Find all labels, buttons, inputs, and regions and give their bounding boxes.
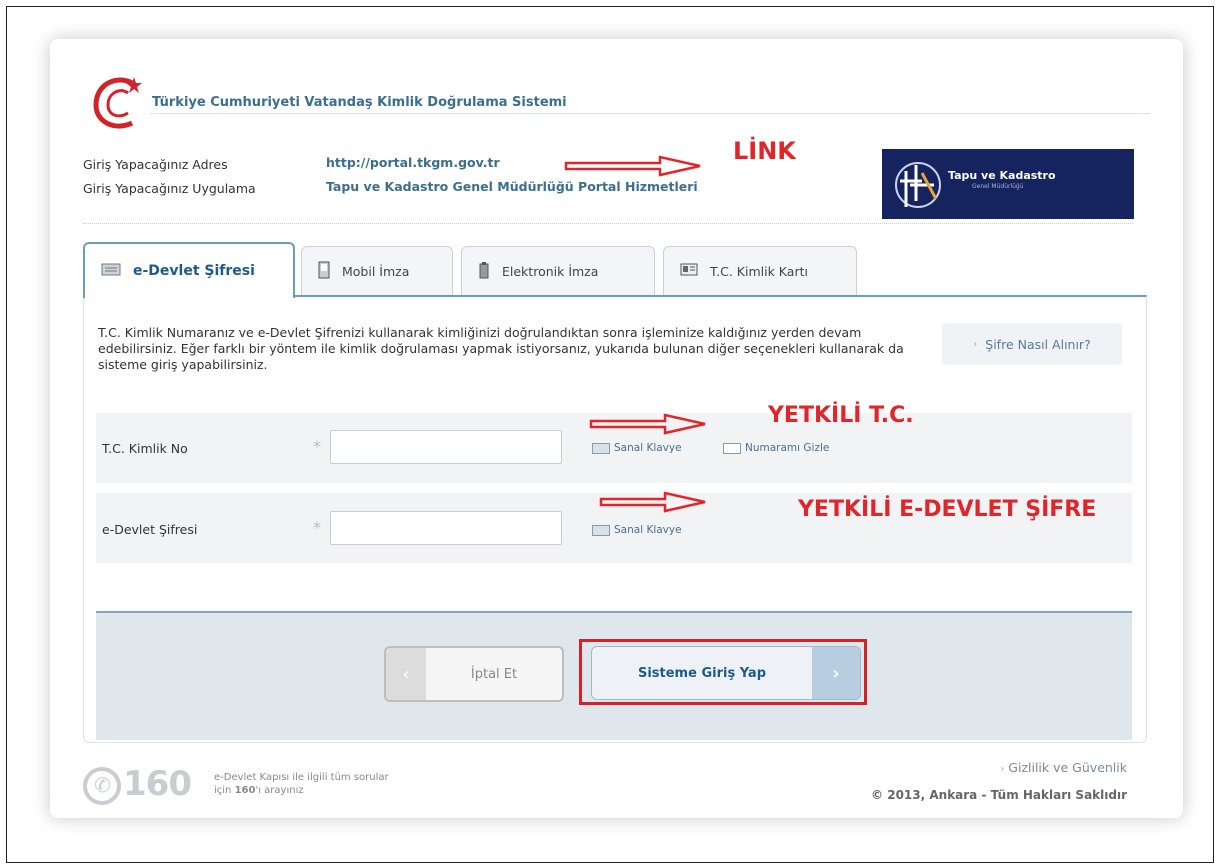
button-bar: ‹ İptal Et Sisteme Giriş Yap › xyxy=(96,611,1132,740)
phone-icon: ✆ xyxy=(83,766,121,805)
address-label: Giriş Yapacağınız Adres xyxy=(83,157,228,172)
hotline-text-pre: için xyxy=(214,785,232,796)
annotation-password: YETKİLİ E-DEVLET ŞİFRE xyxy=(798,497,1097,522)
page-footer: ✆ 160 e-Devlet Kapısı ile ilgili tüm soru… xyxy=(83,754,1133,814)
chevron-right-icon: › xyxy=(1000,764,1005,775)
hotline-text-line1: e-Devlet Kapısı ile ilgili tüm sorular xyxy=(214,772,389,783)
hotline-text-line2: için 160'ı arayınız xyxy=(214,784,389,797)
cancel-label: İptal Et xyxy=(470,666,518,682)
tc-number-label: T.C. Kimlik No xyxy=(102,441,188,456)
mobile-phone-icon xyxy=(318,261,330,282)
virtual-keyboard-label: Sanal Klavye xyxy=(614,442,682,454)
tc-number-input[interactable] xyxy=(330,430,562,464)
annotation-tc: YETKİLİ T.C. xyxy=(768,403,914,428)
login-page: Türkiye Cumhuriyeti Vatandaş Kimlik Doğr… xyxy=(50,39,1183,818)
address-link[interactable]: http://portal.tkgm.gov.tr xyxy=(326,155,500,170)
password-input[interactable] xyxy=(330,511,562,545)
hotline-text: e-Devlet Kapısı ile ilgili tüm sorular i… xyxy=(214,771,389,797)
keyboard-icon xyxy=(592,524,610,536)
tab-mobile-signature[interactable]: Mobil İmza xyxy=(301,246,453,295)
chevron-left-icon: ‹ xyxy=(386,648,426,700)
annotation-link: LİNK xyxy=(733,137,796,165)
screenshot-frame: Türkiye Cumhuriyeti Vatandaş Kimlik Doğr… xyxy=(6,6,1214,863)
tkgm-banner: Tapu ve Kadastro Genel Müdürlüğü xyxy=(882,149,1134,219)
privacy-link[interactable]: › Gizlilik ve Güvenlik xyxy=(1000,760,1127,775)
cancel-button[interactable]: ‹ İptal Et xyxy=(384,646,564,702)
tkgm-logo-icon xyxy=(895,162,941,208)
virtual-keyboard-link[interactable]: Sanal Klavye xyxy=(592,442,682,454)
banner-title: Tapu ve Kadastro xyxy=(948,169,1056,182)
password-label: e-Devlet Şifresi xyxy=(102,522,198,537)
annotation-arrow-icon xyxy=(589,413,706,435)
tab-label: e-Devlet Şifresi xyxy=(133,263,255,279)
privacy-link-label: Gizlilik ve Güvenlik xyxy=(1008,760,1127,775)
login-highlight-box xyxy=(579,639,867,705)
hide-number-label: Numaramı Gizle xyxy=(745,442,830,454)
hide-number-toggle[interactable]: Numaramı Gizle xyxy=(723,442,829,454)
usb-token-icon xyxy=(478,261,490,282)
hotline-number: 160 xyxy=(123,764,192,804)
keyboard-icon xyxy=(101,262,121,280)
tab-label: Mobil İmza xyxy=(342,263,410,279)
hotline-text-post: 'ı arayınız xyxy=(255,785,304,796)
banner-subtitle: Genel Müdürlüğü xyxy=(972,183,1024,190)
id-card-icon xyxy=(680,263,698,279)
hotline-text-number: 160 xyxy=(234,785,256,796)
description-text: T.C. Kimlik Numaranız ve e-Devlet Şifren… xyxy=(98,325,904,372)
hotline-160: ✆ 160 xyxy=(83,764,192,805)
header-divider xyxy=(150,113,1150,114)
virtual-keyboard-label: Sanal Klavye xyxy=(614,524,682,536)
annotation-arrow-icon xyxy=(599,491,706,513)
page-title: Türkiye Cumhuriyeti Vatandaş Kimlik Doğr… xyxy=(152,95,567,110)
help-link-label: Şifre Nasıl Alınır? xyxy=(985,336,1091,352)
info-divider xyxy=(83,223,1133,224)
keyboard-icon xyxy=(592,442,610,454)
hide-icon xyxy=(723,442,741,454)
tab-label: Elektronik İmza xyxy=(502,263,599,279)
tab-electronic-signature[interactable]: Elektronik İmza xyxy=(461,246,655,295)
tab-id-card[interactable]: T.C. Kimlik Kartı xyxy=(663,246,857,295)
chevron-right-icon: › xyxy=(973,338,978,350)
tab-label: T.C. Kimlik Kartı xyxy=(710,263,808,279)
application-label: Giriş Yapacağınız Uygulama xyxy=(83,181,256,196)
edevlet-logo-icon xyxy=(93,77,142,129)
copyright-text: © 2013, Ankara - Tüm Hakları Saklıdır xyxy=(871,788,1127,802)
how-to-get-password-link[interactable]: › Şifre Nasıl Alınır? xyxy=(942,323,1122,365)
required-mark: * xyxy=(313,518,321,537)
annotation-arrow-icon xyxy=(564,155,701,177)
required-mark: * xyxy=(313,437,321,456)
application-value: Tapu ve Kadastro Genel Müdürlüğü Portal … xyxy=(326,179,698,194)
virtual-keyboard-link[interactable]: Sanal Klavye xyxy=(592,524,682,536)
tab-edevlet-password[interactable]: e-Devlet Şifresi xyxy=(83,242,295,298)
